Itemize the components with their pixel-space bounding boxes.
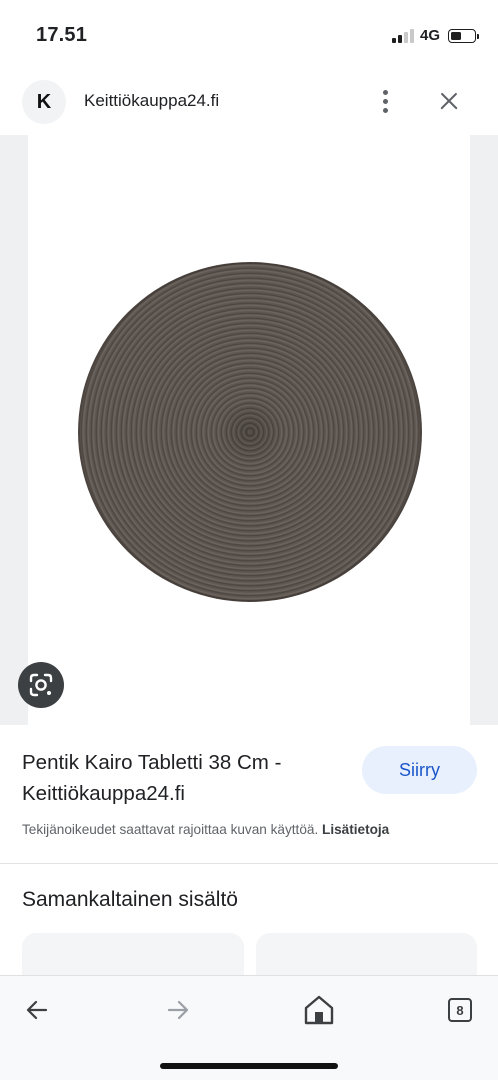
visit-button[interactable]: Siirry — [362, 746, 477, 794]
viewer-header: K Keittiökauppa24.fi — [0, 72, 498, 132]
site-domain[interactable]: Keittiökauppa24.fi — [84, 91, 219, 111]
product-image-round-placemat[interactable] — [78, 262, 422, 602]
home-icon[interactable] — [299, 990, 339, 1030]
arrow-left-icon[interactable] — [17, 990, 57, 1030]
tab-switcher-button[interactable]: 8 — [440, 990, 480, 1030]
status-indicators: 4G — [391, 27, 479, 44]
google-lens-icon[interactable] — [18, 662, 64, 708]
status-time: 17.51 — [36, 24, 88, 46]
learn-more-link[interactable]: Lisätietoja — [322, 822, 389, 837]
signal-icon — [391, 28, 414, 43]
site-favicon[interactable]: K — [22, 80, 66, 124]
arrow-right-icon[interactable] — [158, 990, 198, 1030]
copyright-notice: Tekijänoikeudet saattavat rajoittaa kuva… — [22, 822, 389, 837]
result-title[interactable]: Pentik Kairo Tabletti 38 Cm - Keittiökau… — [22, 747, 342, 809]
network-type: 4G — [419, 27, 440, 44]
site-favicon-letter: K — [36, 90, 52, 113]
result-info: Pentik Kairo Tabletti 38 Cm - Keittiökau… — [0, 725, 498, 865]
tab-count: 8 — [448, 998, 472, 1022]
close-icon[interactable] — [434, 86, 464, 116]
similar-content-heading: Samankaltainen sisältö — [22, 888, 238, 911]
battery-icon — [448, 28, 479, 43]
section-divider — [0, 863, 498, 864]
home-indicator[interactable] — [160, 1063, 338, 1069]
status-bar: 17.51 4G — [0, 0, 498, 70]
more-vert-icon[interactable] — [372, 86, 398, 116]
copyright-text: Tekijänoikeudet saattavat rajoittaa kuva… — [22, 822, 319, 837]
